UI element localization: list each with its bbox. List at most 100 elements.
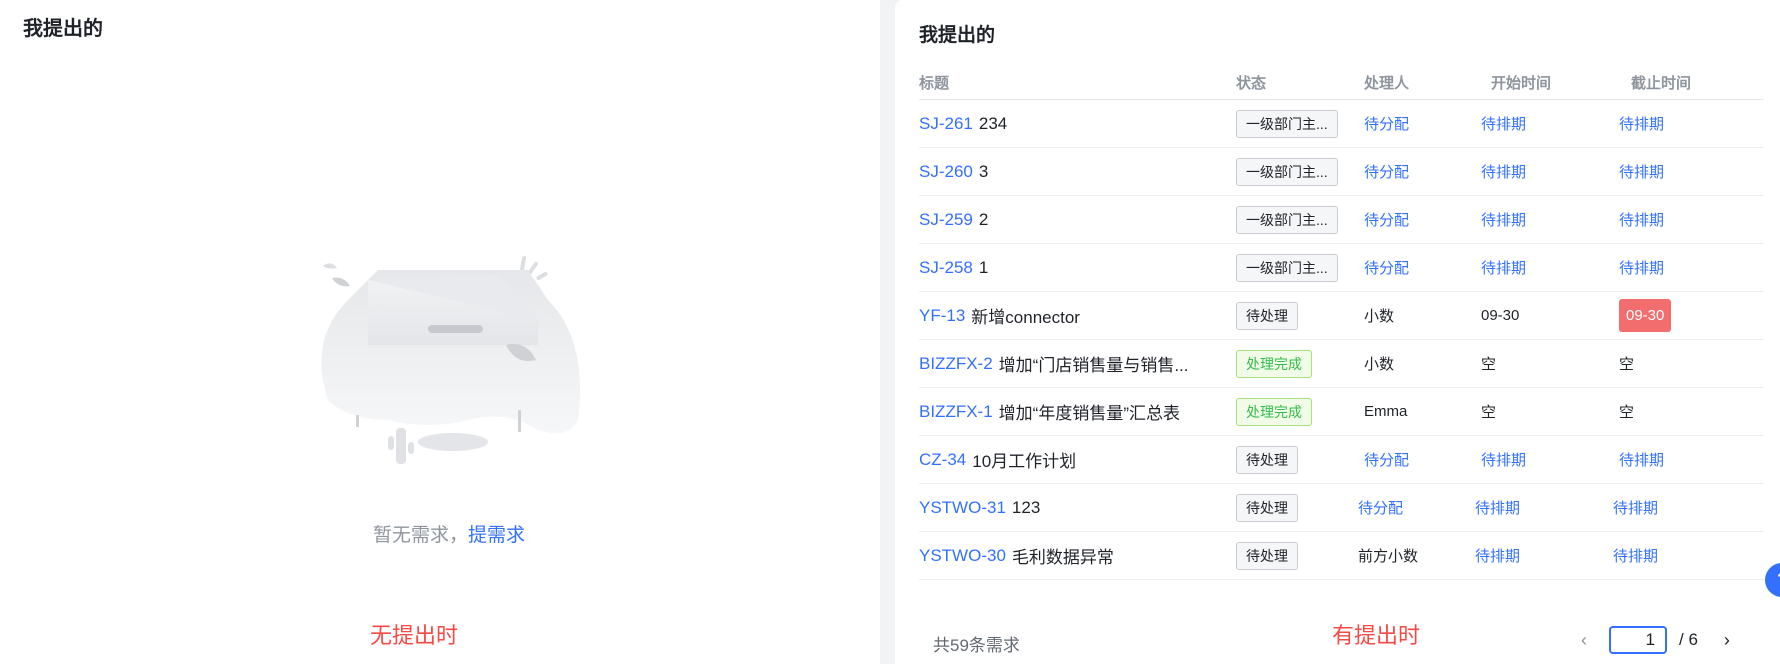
start-time-cell: 空 bbox=[1481, 388, 1496, 435]
status-badge: 一级部门主... bbox=[1236, 205, 1338, 234]
handler-value: 待分配 bbox=[1364, 116, 1410, 133]
table-row[interactable]: YF-13 新增connector 待处理 小数 09-30 09-30 bbox=[919, 292, 1764, 340]
status-badge: 处理完成 bbox=[1236, 349, 1312, 378]
start-time-cell: 空 bbox=[1481, 340, 1496, 387]
table-row[interactable]: SJ-261 234 一级部门主... 待分配 待排期 待排期 bbox=[919, 100, 1764, 148]
title-cell: SJ-261 234 bbox=[919, 100, 1219, 147]
handler-value: 待分配 bbox=[1364, 212, 1410, 229]
end-time-cell: 待排期 bbox=[1619, 148, 1664, 195]
start-time-cell: 待排期 bbox=[1481, 196, 1526, 243]
status-badge: 待处理 bbox=[1236, 541, 1298, 570]
start-time-value: 空 bbox=[1481, 404, 1497, 421]
title-cell: SJ-260 3 bbox=[919, 148, 1219, 195]
status-cell: 一级部门主... bbox=[1236, 148, 1338, 195]
next-page-icon[interactable]: › bbox=[1716, 630, 1738, 651]
empty-state-panel: 我提出的 暂无需求，提需求 无提出时 bbox=[0, 0, 880, 664]
end-time-cell: 待排期 bbox=[1619, 244, 1664, 291]
page-total: / 6 bbox=[1679, 630, 1698, 649]
start-time-cell: 待排期 bbox=[1481, 244, 1526, 291]
end-time-cell: 待排期 bbox=[1613, 484, 1658, 531]
start-time-value: 待排期 bbox=[1481, 116, 1527, 133]
page-number-input[interactable] bbox=[1609, 626, 1667, 654]
start-time-value: 09-30 bbox=[1481, 307, 1520, 324]
status-cell: 待处理 bbox=[1236, 532, 1298, 579]
table-row[interactable]: BIZZFX-2 增加“门店销售量与销售... 处理完成 小数 空 空 bbox=[919, 340, 1764, 388]
handler-cell: 待分配 bbox=[1364, 436, 1409, 483]
table-row[interactable]: CZ-34 10月工作计划 待处理 待分配 待排期 待排期 bbox=[919, 436, 1764, 484]
end-time-value: 空 bbox=[1619, 404, 1635, 421]
status-badge: 一级部门主... bbox=[1236, 109, 1338, 138]
status-cell: 待处理 bbox=[1236, 436, 1298, 483]
handler-cell: 待分配 bbox=[1364, 148, 1409, 195]
request-name: 2 bbox=[978, 209, 989, 229]
column-header-title: 标题 bbox=[919, 75, 950, 92]
caption-has-submissions: 有提出时 bbox=[1332, 623, 1421, 648]
request-key-link[interactable]: BIZZFX-2 bbox=[919, 354, 993, 374]
end-time-cell: 待排期 bbox=[1619, 196, 1664, 243]
pagination: ‹ / 6 › bbox=[1573, 626, 1738, 654]
request-key-link[interactable]: YSTWO-31 bbox=[919, 498, 1006, 518]
start-time-cell: 待排期 bbox=[1475, 532, 1520, 579]
status-cell: 处理完成 bbox=[1236, 388, 1312, 435]
request-key-link[interactable]: YSTWO-30 bbox=[919, 546, 1006, 566]
table-row[interactable]: SJ-260 3 一级部门主... 待分配 待排期 待排期 bbox=[919, 148, 1764, 196]
title-cell: SJ-258 1 bbox=[919, 244, 1219, 291]
request-key-link[interactable]: YF-13 bbox=[919, 306, 965, 326]
status-badge: 待处理 bbox=[1236, 445, 1298, 474]
start-time-value: 待排期 bbox=[1475, 548, 1521, 565]
start-time-cell: 09-30 bbox=[1481, 292, 1519, 339]
handler-cell: 待分配 bbox=[1364, 100, 1409, 147]
handler-value: 小数 bbox=[1364, 356, 1395, 373]
request-list-panel: 我提出的 标题 状态 处理人 开始时间 截止时间 SJ-261 234 一级部门主.… bbox=[895, 0, 1780, 664]
status-badge: 一级部门主... bbox=[1236, 253, 1338, 282]
handler-cell: 小数 bbox=[1364, 340, 1394, 387]
start-time-cell: 待排期 bbox=[1475, 484, 1520, 531]
request-name: 增加“年度销售量”汇总表 bbox=[998, 404, 1180, 423]
title-cell: YF-13 新增connector bbox=[919, 292, 1219, 339]
empty-inbox-illustration bbox=[321, 256, 580, 464]
status-cell: 待处理 bbox=[1236, 484, 1298, 531]
request-key-link[interactable]: CZ-34 bbox=[919, 450, 966, 470]
handler-cell: 待分配 bbox=[1364, 244, 1409, 291]
request-name: 1 bbox=[978, 257, 989, 277]
table-row[interactable]: SJ-258 1 一级部门主... 待分配 待排期 待排期 bbox=[919, 244, 1764, 292]
handler-value: Emma bbox=[1364, 403, 1408, 420]
table-row[interactable]: BIZZFX-1 增加“年度销售量”汇总表 处理完成 Emma 空 空 bbox=[919, 388, 1764, 436]
request-key-link[interactable]: SJ-258 bbox=[919, 258, 973, 278]
request-key-link[interactable]: SJ-259 bbox=[919, 210, 973, 230]
handler-value: 小数 bbox=[1364, 308, 1395, 325]
end-time-value: 待排期 bbox=[1619, 452, 1665, 469]
column-header-end: 截止时间 bbox=[1631, 75, 1692, 92]
table-body: SJ-261 234 一级部门主... 待分配 待排期 待排期 SJ-260 3 一级部门主..… bbox=[919, 100, 1764, 580]
request-key-link[interactable]: SJ-260 bbox=[919, 162, 973, 182]
title-cell: YSTWO-30 毛利数据异常 bbox=[919, 532, 1219, 579]
start-time-value: 待排期 bbox=[1475, 500, 1521, 517]
handler-cell: 待分配 bbox=[1364, 196, 1409, 243]
handler-value: 待分配 bbox=[1358, 500, 1404, 517]
handler-cell: 小数 bbox=[1364, 292, 1394, 339]
start-time-value: 待排期 bbox=[1481, 212, 1527, 229]
handler-cell: Emma bbox=[1364, 388, 1407, 435]
table-row[interactable]: YSTWO-30 毛利数据异常 待处理 前方小数 待排期 待排期 bbox=[919, 532, 1764, 580]
end-time-cell: 待排期 bbox=[1619, 436, 1664, 483]
end-time-value: 09-30 bbox=[1619, 299, 1672, 332]
status-cell: 一级部门主... bbox=[1236, 244, 1338, 291]
request-key-link[interactable]: BIZZFX-1 bbox=[919, 402, 993, 422]
table-row[interactable]: YSTWO-31 123 待处理 待分配 待排期 待排期 bbox=[919, 484, 1764, 532]
start-time-cell: 待排期 bbox=[1481, 100, 1526, 147]
status-badge: 处理完成 bbox=[1236, 397, 1312, 426]
status-cell: 一级部门主... bbox=[1236, 100, 1338, 147]
handler-value: 待分配 bbox=[1364, 164, 1410, 181]
total-count: 共59条需求 bbox=[933, 636, 1020, 655]
end-time-cell: 待排期 bbox=[1619, 100, 1664, 147]
table-row[interactable]: SJ-259 2 一级部门主... 待分配 待排期 待排期 bbox=[919, 196, 1764, 244]
create-request-link[interactable]: 提需求 bbox=[468, 525, 525, 546]
column-header-start: 开始时间 bbox=[1491, 75, 1552, 92]
end-time-value: 待排期 bbox=[1613, 500, 1659, 517]
prev-page-icon[interactable]: ‹ bbox=[1573, 630, 1595, 651]
table-header: 标题 状态 处理人 开始时间 截止时间 bbox=[919, 66, 1764, 100]
request-key-link[interactable]: SJ-261 bbox=[919, 114, 973, 134]
end-time-cell: 09-30 bbox=[1619, 292, 1672, 339]
status-badge: 待处理 bbox=[1236, 493, 1298, 522]
caption-no-submissions: 无提出时 bbox=[370, 623, 459, 648]
